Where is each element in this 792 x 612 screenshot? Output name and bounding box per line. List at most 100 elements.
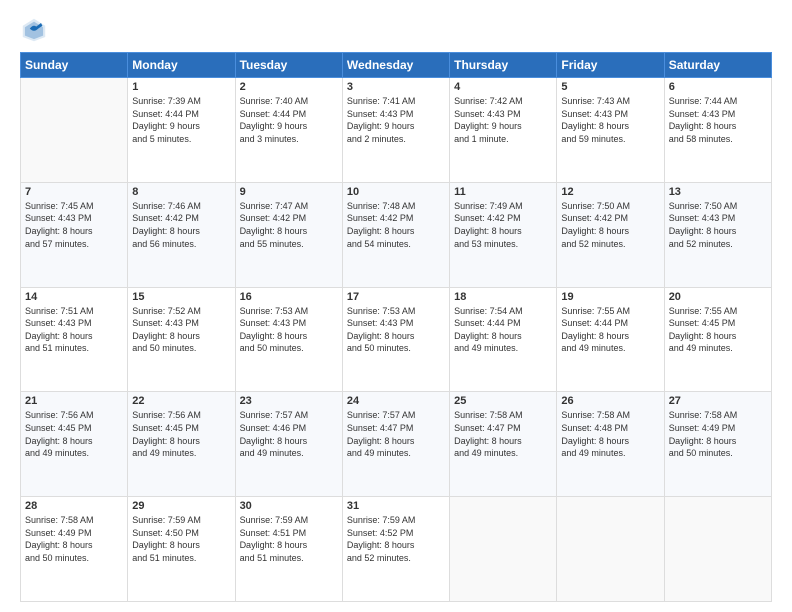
day-number: 28 <box>25 500 123 512</box>
day-info: Sunrise: 7:49 AM Sunset: 4:42 PM Dayligh… <box>454 200 552 250</box>
calendar-cell: 28 Sunrise: 7:58 AM Sunset: 4:49 PM Dayli… <box>21 497 128 602</box>
day-info: Sunrise: 7:48 AM Sunset: 4:42 PM Dayligh… <box>347 200 445 250</box>
calendar-cell: 24 Sunrise: 7:57 AM Sunset: 4:47 PM Dayli… <box>342 392 449 497</box>
day-info: Sunrise: 7:43 AM Sunset: 4:43 PM Dayligh… <box>561 95 659 145</box>
day-number: 31 <box>347 500 445 512</box>
day-info: Sunrise: 7:44 AM Sunset: 4:43 PM Dayligh… <box>669 95 767 145</box>
logo-icon <box>20 16 48 44</box>
day-number: 12 <box>561 186 659 198</box>
calendar-cell: 30 Sunrise: 7:59 AM Sunset: 4:51 PM Dayli… <box>235 497 342 602</box>
day-number: 7 <box>25 186 123 198</box>
day-number: 2 <box>240 81 338 93</box>
logo <box>20 16 52 44</box>
day-number: 23 <box>240 395 338 407</box>
calendar-cell: 2 Sunrise: 7:40 AM Sunset: 4:44 PM Daylig… <box>235 78 342 183</box>
day-number: 24 <box>347 395 445 407</box>
calendar-cell: 14Sunrise: 7:51 AM Sunset: 4:43 PM Dayli… <box>21 287 128 392</box>
day-info: Sunrise: 7:57 AM Sunset: 4:47 PM Dayligh… <box>347 409 445 459</box>
calendar-cell <box>557 497 664 602</box>
day-number: 27 <box>669 395 767 407</box>
calendar-day-header: Tuesday <box>235 53 342 78</box>
day-number: 16 <box>240 291 338 303</box>
day-number: 5 <box>561 81 659 93</box>
day-info: Sunrise: 7:42 AM Sunset: 4:43 PM Dayligh… <box>454 95 552 145</box>
calendar-day-header: Friday <box>557 53 664 78</box>
day-info: Sunrise: 7:59 AM Sunset: 4:52 PM Dayligh… <box>347 514 445 564</box>
calendar-cell <box>664 497 771 602</box>
day-number: 25 <box>454 395 552 407</box>
calendar-cell: 6Sunrise: 7:44 AM Sunset: 4:43 PM Daylig… <box>664 78 771 183</box>
calendar-cell: 31 Sunrise: 7:59 AM Sunset: 4:52 PM Dayli… <box>342 497 449 602</box>
calendar-day-header: Thursday <box>450 53 557 78</box>
day-info: Sunrise: 7:55 AM Sunset: 4:44 PM Dayligh… <box>561 305 659 355</box>
day-number: 30 <box>240 500 338 512</box>
day-info: Sunrise: 7:59 AM Sunset: 4:50 PM Dayligh… <box>132 514 230 564</box>
day-info: Sunrise: 7:50 AM Sunset: 4:43 PM Dayligh… <box>669 200 767 250</box>
calendar-cell: 7 Sunrise: 7:45 AM Sunset: 4:43 PM Daylig… <box>21 182 128 287</box>
day-info: Sunrise: 7:58 AM Sunset: 4:47 PM Dayligh… <box>454 409 552 459</box>
calendar-cell: 8 Sunrise: 7:46 AM Sunset: 4:42 PM Daylig… <box>128 182 235 287</box>
day-info: Sunrise: 7:55 AM Sunset: 4:45 PM Dayligh… <box>669 305 767 355</box>
day-info: Sunrise: 7:39 AM Sunset: 4:44 PM Dayligh… <box>132 95 230 145</box>
day-number: 20 <box>669 291 767 303</box>
calendar-cell: 11 Sunrise: 7:49 AM Sunset: 4:42 PM Dayli… <box>450 182 557 287</box>
day-info: Sunrise: 7:59 AM Sunset: 4:51 PM Dayligh… <box>240 514 338 564</box>
calendar-cell: 10 Sunrise: 7:48 AM Sunset: 4:42 PM Dayli… <box>342 182 449 287</box>
day-info: Sunrise: 7:50 AM Sunset: 4:42 PM Dayligh… <box>561 200 659 250</box>
day-number: 21 <box>25 395 123 407</box>
day-number: 3 <box>347 81 445 93</box>
calendar-cell <box>450 497 557 602</box>
calendar-cell: 21 Sunrise: 7:56 AM Sunset: 4:45 PM Dayli… <box>21 392 128 497</box>
calendar-cell: 23 Sunrise: 7:57 AM Sunset: 4:46 PM Dayli… <box>235 392 342 497</box>
calendar-table: SundayMondayTuesdayWednesdayThursdayFrid… <box>20 52 772 602</box>
day-number: 9 <box>240 186 338 198</box>
day-number: 10 <box>347 186 445 198</box>
calendar-day-header: Monday <box>128 53 235 78</box>
day-info: Sunrise: 7:47 AM Sunset: 4:42 PM Dayligh… <box>240 200 338 250</box>
calendar-week-row: 21 Sunrise: 7:56 AM Sunset: 4:45 PM Dayli… <box>21 392 772 497</box>
day-info: Sunrise: 7:53 AM Sunset: 4:43 PM Dayligh… <box>347 305 445 355</box>
calendar-cell: 3Sunrise: 7:41 AM Sunset: 4:43 PM Daylig… <box>342 78 449 183</box>
calendar-cell <box>21 78 128 183</box>
calendar-week-row: 14Sunrise: 7:51 AM Sunset: 4:43 PM Dayli… <box>21 287 772 392</box>
day-number: 29 <box>132 500 230 512</box>
calendar-cell: 29 Sunrise: 7:59 AM Sunset: 4:50 PM Dayli… <box>128 497 235 602</box>
calendar-day-header: Sunday <box>21 53 128 78</box>
calendar-cell: 18Sunrise: 7:54 AM Sunset: 4:44 PM Dayli… <box>450 287 557 392</box>
day-info: Sunrise: 7:40 AM Sunset: 4:44 PM Dayligh… <box>240 95 338 145</box>
calendar-cell: 4 Sunrise: 7:42 AM Sunset: 4:43 PM Daylig… <box>450 78 557 183</box>
calendar-cell: 15 Sunrise: 7:52 AM Sunset: 4:43 PM Dayli… <box>128 287 235 392</box>
day-info: Sunrise: 7:54 AM Sunset: 4:44 PM Dayligh… <box>454 305 552 355</box>
header <box>20 16 772 44</box>
calendar-cell: 27Sunrise: 7:58 AM Sunset: 4:49 PM Dayli… <box>664 392 771 497</box>
calendar-cell: 19Sunrise: 7:55 AM Sunset: 4:44 PM Dayli… <box>557 287 664 392</box>
calendar-cell: 5 Sunrise: 7:43 AM Sunset: 4:43 PM Daylig… <box>557 78 664 183</box>
calendar-cell: 20 Sunrise: 7:55 AM Sunset: 4:45 PM Dayli… <box>664 287 771 392</box>
calendar-cell: 16 Sunrise: 7:53 AM Sunset: 4:43 PM Dayli… <box>235 287 342 392</box>
calendar-cell: 12 Sunrise: 7:50 AM Sunset: 4:42 PM Dayli… <box>557 182 664 287</box>
calendar-day-header: Wednesday <box>342 53 449 78</box>
calendar-cell: 13Sunrise: 7:50 AM Sunset: 4:43 PM Dayli… <box>664 182 771 287</box>
calendar-cell: 26Sunrise: 7:58 AM Sunset: 4:48 PM Dayli… <box>557 392 664 497</box>
day-number: 1 <box>132 81 230 93</box>
day-info: Sunrise: 7:46 AM Sunset: 4:42 PM Dayligh… <box>132 200 230 250</box>
day-number: 4 <box>454 81 552 93</box>
day-number: 26 <box>561 395 659 407</box>
day-number: 8 <box>132 186 230 198</box>
day-number: 17 <box>347 291 445 303</box>
day-number: 15 <box>132 291 230 303</box>
day-number: 22 <box>132 395 230 407</box>
day-info: Sunrise: 7:56 AM Sunset: 4:45 PM Dayligh… <box>25 409 123 459</box>
day-info: Sunrise: 7:52 AM Sunset: 4:43 PM Dayligh… <box>132 305 230 355</box>
day-info: Sunrise: 7:58 AM Sunset: 4:49 PM Dayligh… <box>25 514 123 564</box>
calendar-week-row: 7 Sunrise: 7:45 AM Sunset: 4:43 PM Daylig… <box>21 182 772 287</box>
calendar-cell: 25 Sunrise: 7:58 AM Sunset: 4:47 PM Dayli… <box>450 392 557 497</box>
calendar-day-header: Saturday <box>664 53 771 78</box>
day-info: Sunrise: 7:53 AM Sunset: 4:43 PM Dayligh… <box>240 305 338 355</box>
day-number: 11 <box>454 186 552 198</box>
day-info: Sunrise: 7:45 AM Sunset: 4:43 PM Dayligh… <box>25 200 123 250</box>
page: SundayMondayTuesdayWednesdayThursdayFrid… <box>0 0 792 612</box>
calendar-week-row: 28 Sunrise: 7:58 AM Sunset: 4:49 PM Dayli… <box>21 497 772 602</box>
day-info: Sunrise: 7:57 AM Sunset: 4:46 PM Dayligh… <box>240 409 338 459</box>
day-info: Sunrise: 7:51 AM Sunset: 4:43 PM Dayligh… <box>25 305 123 355</box>
